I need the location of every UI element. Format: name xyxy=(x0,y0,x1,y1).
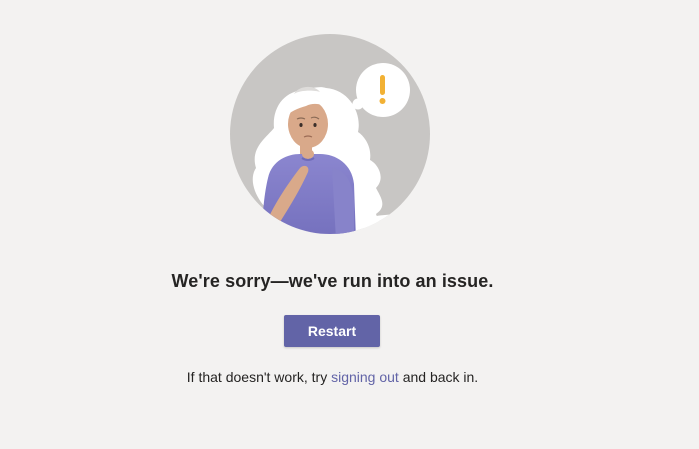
sign-out-link[interactable]: signing out xyxy=(331,369,399,385)
help-suffix: and back in. xyxy=(398,369,479,385)
error-page: We're sorry—we've run into an issue. Res… xyxy=(0,0,699,449)
restart-button[interactable]: Restart xyxy=(284,315,380,347)
error-heading: We're sorry—we've run into an issue. xyxy=(171,271,494,291)
help-prefix: If that doesn't work, try xyxy=(186,369,332,385)
help-text: If that doesn't work, try signing out an… xyxy=(0,369,665,385)
exclamation-icon xyxy=(380,75,385,95)
confused-person-illustration xyxy=(230,34,430,234)
